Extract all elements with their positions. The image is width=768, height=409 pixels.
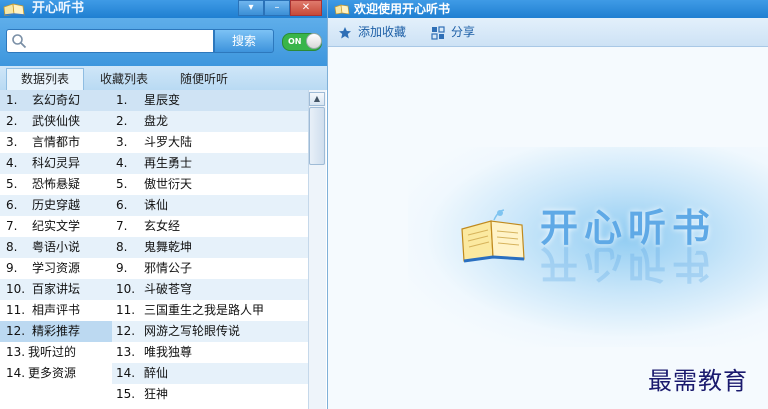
- app-title: 开心听书: [32, 1, 85, 16]
- search-bar: 搜索 ON: [0, 18, 327, 66]
- toolbar: 添加收藏 分享: [328, 18, 768, 47]
- search-icon: [12, 34, 27, 49]
- star-icon: [339, 26, 351, 38]
- category-item[interactable]: 13. 我听过的: [0, 342, 112, 363]
- close-button[interactable]: ✕: [290, 0, 322, 16]
- content-area: 开心听书 开心听书: [328, 47, 768, 409]
- open-book-icon: [461, 209, 525, 263]
- tab-random-listen[interactable]: 随便听听: [166, 69, 242, 90]
- book-item[interactable]: 5. 傲世衍天: [112, 174, 308, 195]
- category-item[interactable]: 2. 武侠仙侠: [0, 111, 112, 132]
- tab-favorites-list[interactable]: 收藏列表: [86, 69, 162, 90]
- tab-bar: 数据列表 收藏列表 随便听听: [0, 66, 327, 90]
- category-item[interactable]: 11. 相声评书: [0, 300, 112, 321]
- book-item[interactable]: 1. 星辰变: [112, 90, 308, 111]
- book-item[interactable]: 12. 网游之写轮眼传说: [112, 321, 308, 342]
- search-box[interactable]: [6, 29, 214, 53]
- book-item[interactable]: 11. 三国重生之我是路人甲: [112, 300, 308, 321]
- book-item[interactable]: 3. 斗罗大陆: [112, 132, 308, 153]
- on-off-toggle[interactable]: ON: [282, 33, 322, 51]
- toggle-knob[interactable]: [306, 33, 322, 49]
- right-panel: 欢迎使用开心听书 添加收藏 分享 开心听书 开心听书 最需教育: [328, 0, 768, 409]
- share-button[interactable]: 分享: [431, 23, 475, 41]
- book-item[interactable]: 4. 再生勇士: [112, 153, 308, 174]
- book-logo-icon: [334, 4, 350, 15]
- category-item[interactable]: 9. 学习资源: [0, 258, 112, 279]
- add-favorite-button[interactable]: 添加收藏: [338, 23, 406, 41]
- category-item[interactable]: 8. 粤语小说: [0, 237, 112, 258]
- toggle-label: ON: [288, 37, 302, 46]
- category-item[interactable]: 12. 精彩推荐: [0, 321, 112, 342]
- minimize-button[interactable]: –: [264, 0, 290, 16]
- book-item[interactable]: 9. 邪情公子: [112, 258, 308, 279]
- book-item[interactable]: 8. 鬼舞乾坤: [112, 237, 308, 258]
- scroll-up-arrow-icon[interactable]: ▲: [309, 92, 325, 106]
- list-area: 1. 玄幻奇幻 2. 武侠仙侠 3. 言情都市 4. 科幻灵异 5. 恐怖悬疑 6. 历史穿…: [0, 90, 327, 409]
- right-titlebar[interactable]: 欢迎使用开心听书: [328, 0, 768, 18]
- category-item[interactable]: 14. 更多资源: [0, 363, 112, 384]
- book-item[interactable]: 6. 诛仙: [112, 195, 308, 216]
- category-item[interactable]: 6. 历史穿越: [0, 195, 112, 216]
- search-input[interactable]: [29, 32, 213, 50]
- left-titlebar[interactable]: 开心听书 ▾ – ✕: [0, 0, 327, 18]
- book-logo-icon: [3, 3, 25, 16]
- category-item[interactable]: 4. 科幻灵异: [0, 153, 112, 174]
- book-item[interactable]: 7. 玄女经: [112, 216, 308, 237]
- tab-data-list[interactable]: 数据列表: [6, 68, 84, 90]
- vertical-scrollbar[interactable]: ▲: [308, 90, 326, 409]
- category-item[interactable]: 5. 恐怖悬疑: [0, 174, 112, 195]
- left-panel: 开心听书 ▾ – ✕ 搜索 ON 数据列表 收藏列表 随便听听 1. 玄幻奇幻 2…: [0, 0, 328, 409]
- search-button[interactable]: 搜索: [214, 29, 274, 53]
- category-item[interactable]: 3. 言情都市: [0, 132, 112, 153]
- book-item[interactable]: 13. 唯我独尊: [112, 342, 308, 363]
- scroll-thumb[interactable]: [309, 107, 325, 165]
- category-item[interactable]: 1. 玄幻奇幻: [0, 90, 112, 111]
- brand-logo-reflection: 开心听书: [540, 242, 717, 286]
- book-item[interactable]: 2. 盘龙: [112, 111, 308, 132]
- welcome-title: 欢迎使用开心听书: [354, 2, 451, 16]
- category-item[interactable]: 7. 纪实文学: [0, 216, 112, 237]
- menu-dropdown-button[interactable]: ▾: [238, 0, 264, 16]
- share-icon: [431, 25, 445, 40]
- watermark: 最需教育: [648, 367, 748, 395]
- book-item[interactable]: 14. 醉仙: [112, 363, 308, 384]
- book-item[interactable]: 15. 狂神: [112, 384, 308, 405]
- book-item[interactable]: 10. 斗破苍穹: [112, 279, 308, 300]
- category-item[interactable]: 10. 百家讲坛: [0, 279, 112, 300]
